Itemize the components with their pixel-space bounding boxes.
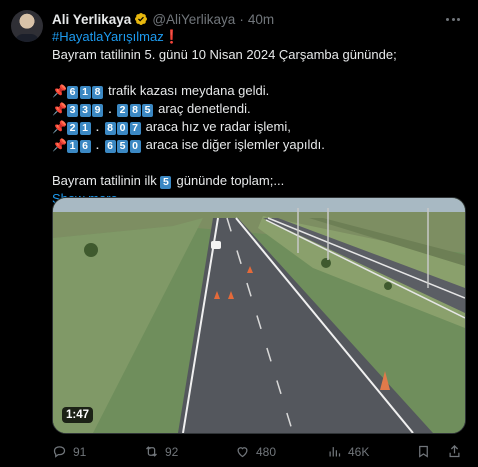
like-button[interactable]: 480 <box>235 444 276 459</box>
separator-dot: · <box>239 11 244 27</box>
avatar[interactable] <box>11 10 43 42</box>
keycap-digit: 3 <box>79 104 91 117</box>
keycap-digit: 7 <box>129 122 141 135</box>
pushpin-icon: 📌 <box>52 84 67 98</box>
author-handle[interactable]: @AliYerlikaya <box>152 12 235 27</box>
stat-text: araca hız ve radar işlemi, <box>142 119 291 134</box>
timestamp[interactable]: 40m <box>248 12 274 27</box>
view-count: 46K <box>348 444 370 459</box>
keycap-digit: 1 <box>79 122 91 135</box>
bookmark-icon <box>419 445 428 458</box>
retweet-button[interactable]: 92 <box>144 444 178 459</box>
more-dot-icon <box>456 17 460 21</box>
stat-line: 📌 1 6. 6 5 0 araca ise diğer işlemler yapıldı… <box>52 136 462 154</box>
summary-line: Bayram tatilinin ilk 5 gününde toplam;..… <box>52 172 462 190</box>
share-icon <box>449 444 460 458</box>
share-button[interactable] <box>447 444 468 459</box>
number-separator: . <box>96 140 99 152</box>
stat-text: araç denetlendi. <box>154 101 251 116</box>
reply-icon <box>53 446 66 458</box>
tweet-actions: 91 92 480 46K <box>52 444 464 460</box>
pushpin-icon: 📌 <box>52 102 67 116</box>
number-separator: . <box>96 122 99 134</box>
stat-number: 16.650 <box>67 140 142 153</box>
keycap-digit: 2 <box>67 122 78 135</box>
bookmark-button[interactable] <box>416 444 437 459</box>
retweet-icon <box>146 446 157 457</box>
stat-number: 339.285 <box>67 104 155 117</box>
views-button[interactable]: 46K <box>327 444 369 459</box>
stat-number: 21. 807 <box>67 122 142 135</box>
pushpin-icon: 📌 <box>52 120 67 134</box>
more-options-button[interactable] <box>442 8 464 30</box>
video-duration: 1:47 <box>62 407 94 423</box>
keycap-digit: 3 <box>67 104 78 117</box>
stat-text: trafik kazası meydana geldi. <box>104 83 270 98</box>
reply-button[interactable]: 91 <box>52 444 86 459</box>
keycap-digit: 0 <box>129 140 141 153</box>
avatar-suit <box>15 34 39 42</box>
tweet-header: Ali Yerlikaya @AliYerlikaya · 40m <box>52 10 274 28</box>
keycap-digit: 5 <box>142 104 153 117</box>
stat-line: 📌 6 1 8 trafik kazası meydana geldi. <box>52 82 462 100</box>
video-frame <box>53 198 465 433</box>
keycap-digit: 6 <box>67 86 78 99</box>
exclamation-icon: ❗ <box>163 29 180 44</box>
views-chart-icon <box>329 447 341 457</box>
keycap-digit: 1 <box>79 86 91 99</box>
summary-text: Bayram tatilinin ilk <box>52 173 161 188</box>
stat-text: araca ise diğer işlemler yapıldı. <box>142 137 325 152</box>
keycap-digit: 8 <box>129 104 141 117</box>
heart-icon <box>237 447 248 458</box>
verified-badge-icon[interactable] <box>134 12 148 26</box>
keycap-digit: 6 <box>79 140 91 153</box>
video-player[interactable]: 1:47 <box>52 197 466 434</box>
reply-count: 91 <box>73 444 87 459</box>
keycap-digit: 0 <box>117 122 128 135</box>
keycap-digit: 5 <box>160 176 172 189</box>
more-dot-icon <box>451 17 455 21</box>
keycap-digit: 1 <box>67 140 78 153</box>
more-dot-icon <box>446 17 450 21</box>
keycap-digit: 2 <box>117 104 128 117</box>
keycap-digit: 5 <box>117 140 128 153</box>
stat-line: 📌 3 3 9. 2 8 5 araç denetlendi. <box>52 100 462 118</box>
hashtag-link[interactable]: #HayatlaYarışılmaz <box>52 29 164 44</box>
keycap-digit: 8 <box>92 86 103 99</box>
stat-number: 618 <box>67 86 105 99</box>
tweet-text: #HayatlaYarışılmaz❗ Bayram tatilinin 5. … <box>52 28 462 208</box>
like-count: 480 <box>256 444 277 459</box>
pushpin-icon: 📌 <box>52 138 67 152</box>
keycap-digit: 9 <box>92 104 103 117</box>
keycap-digit: 8 <box>104 122 116 135</box>
author-name[interactable]: Ali Yerlikaya <box>52 12 131 27</box>
retweet-count: 92 <box>165 444 179 459</box>
keycap-digit: 6 <box>104 140 116 153</box>
stat-line: 📌 2 1. 8 0 7 araca hız ve radar işlemi, <box>52 118 462 136</box>
summary-text: gününde toplam;... <box>172 173 285 188</box>
number-separator: . <box>108 104 112 116</box>
tweet-line: Bayram tatilinin 5. günü 10 Nisan 2024 Ç… <box>52 47 397 62</box>
